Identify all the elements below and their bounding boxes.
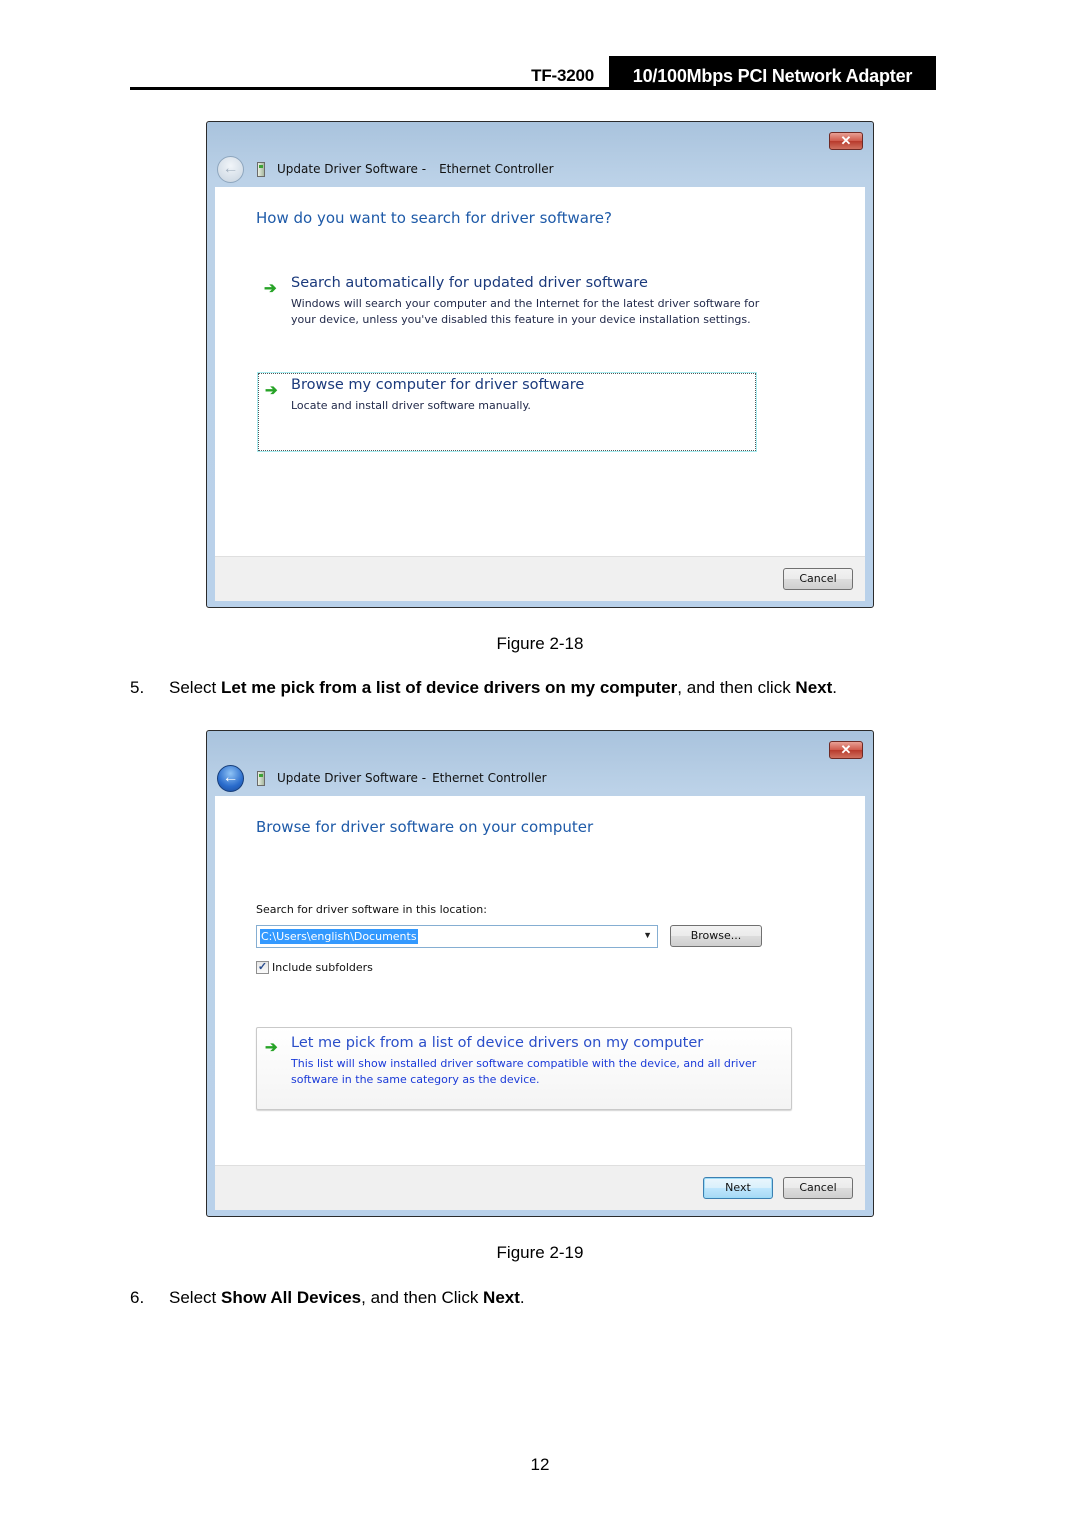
- dialog-nav-bar: ← Update Driver Software - Ethernet Cont…: [217, 764, 547, 792]
- dialog-content: How do you want to search for driver sof…: [215, 187, 865, 556]
- figure-caption: Figure 2-18: [496, 634, 584, 653]
- dropdown-arrow-icon[interactable]: ▼: [643, 930, 652, 940]
- network-device-icon: [257, 770, 265, 786]
- dialog-heading: How do you want to search for driver sof…: [256, 209, 612, 227]
- location-label: Search for driver software in this locat…: [256, 903, 487, 916]
- dialog-content: Browse for driver software on your compu…: [215, 796, 865, 1165]
- option-description: Windows will search your computer and th…: [291, 297, 760, 326]
- step-text: .: [832, 678, 838, 697]
- option-description: This list will show installed driver sof…: [291, 1057, 757, 1086]
- include-subfolders-row[interactable]: ✓ Include subfolders: [256, 961, 373, 974]
- next-button[interactable]: Next: [703, 1177, 773, 1199]
- header-rule: [130, 87, 936, 90]
- step-text: .: [519, 1288, 525, 1307]
- option-pick-from-list[interactable]: ➔ Let me pick from a list of device driv…: [256, 1027, 792, 1110]
- step-number: 6.: [130, 1288, 145, 1307]
- location-input-selected-text: C:\Users\english\Documents: [260, 929, 418, 944]
- option-title: Search automatically for updated driver …: [291, 275, 648, 291]
- dialog-nav-bar: ← Update Driver Software - Ethernet Cont…: [217, 155, 554, 183]
- green-arrow-icon: ➔: [265, 1039, 278, 1056]
- instruction-step: 5. Select Let me pick from a list of devi…: [130, 678, 837, 698]
- step-bold-text: Show All Devices: [220, 1288, 362, 1307]
- back-arrow-icon: ←: [222, 769, 239, 786]
- dialog-heading: Browse for driver software on your compu…: [256, 818, 594, 836]
- dialog-title-prefix: Update Driver Software -: [277, 162, 427, 176]
- browse-button[interactable]: Browse...: [670, 925, 762, 947]
- cancel-button[interactable]: Cancel: [783, 1177, 853, 1199]
- dialog-title-prefix: Update Driver Software -: [277, 771, 427, 785]
- dialog-title-device: Ethernet Controller: [439, 162, 554, 176]
- step-number: 5.: [130, 678, 145, 697]
- include-subfolders-label: Include subfolders: [272, 961, 373, 974]
- step-text: Select: [169, 678, 221, 697]
- back-button[interactable]: ←: [217, 155, 244, 183]
- close-icon: ✕: [840, 133, 852, 148]
- update-driver-dialog-browse: ✕ ← Update Driver Software - Ethernet Co…: [206, 730, 874, 1217]
- option-title: Browse my computer for driver software: [291, 377, 585, 393]
- checkmark-icon: ✓: [257, 961, 268, 973]
- figure-caption: Figure 2-19: [496, 1243, 584, 1262]
- back-button[interactable]: ←: [217, 764, 244, 792]
- network-device-icon: [257, 161, 265, 177]
- green-arrow-icon: ➔: [265, 382, 278, 399]
- dialog-footer: Cancel: [215, 556, 865, 601]
- step-bold-text: Next: [795, 678, 833, 697]
- model-name: TF-3200: [531, 66, 594, 85]
- step-text: Select: [169, 1288, 221, 1307]
- include-subfolders-checkbox[interactable]: ✓: [256, 961, 269, 974]
- dialog-footer: Next Cancel: [215, 1165, 865, 1210]
- close-icon: ✕: [840, 742, 852, 757]
- option-description: Locate and install driver software manua…: [291, 399, 531, 412]
- page-number: 12: [530, 1455, 550, 1474]
- step-text: , and then click: [677, 678, 796, 697]
- product-title-box: 10/100Mbps PCI Network Adapter: [609, 56, 936, 90]
- instruction-step: 6. Select Show All Devices, and then Clic…: [130, 1288, 525, 1308]
- close-button[interactable]: ✕: [829, 132, 863, 150]
- step-text: , and then Click: [361, 1288, 484, 1307]
- cancel-button[interactable]: Cancel: [783, 568, 853, 590]
- dialog-title-device: Ethernet Controller: [432, 771, 547, 785]
- option-browse-my-computer[interactable]: ➔ Browse my computer for driver software…: [258, 373, 756, 451]
- back-arrow-icon: ←: [222, 160, 239, 177]
- location-combobox[interactable]: C:\Users\english\Documents ▼: [256, 925, 658, 948]
- step-bold-text: Next: [483, 1288, 520, 1307]
- step-bold-text: Let me pick from a list of device driver…: [220, 678, 678, 697]
- close-button[interactable]: ✕: [829, 741, 863, 759]
- option-search-automatically[interactable]: ➔ Search automatically for updated drive…: [256, 275, 759, 345]
- option-title: Let me pick from a list of device driver…: [291, 1035, 704, 1051]
- green-arrow-icon: ➔: [264, 280, 277, 297]
- update-driver-dialog-search-method: ✕ ← Update Driver Software - Ethernet Co…: [206, 121, 874, 608]
